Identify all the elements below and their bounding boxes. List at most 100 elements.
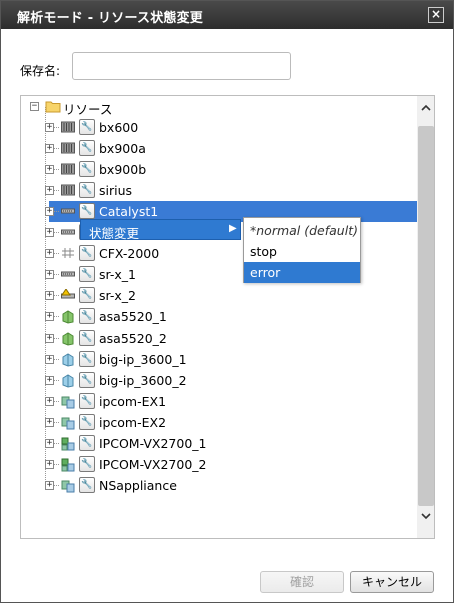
wrench-icon[interactable]: 🔧 <box>79 435 95 451</box>
wrench-icon[interactable]: 🔧 <box>79 330 95 346</box>
tree-node[interactable]: + 🔧 sr-x_2 <box>21 285 417 306</box>
tree-node-label: ipcom-EX1 <box>99 394 167 409</box>
resource-tree: − リソース + 🔧 bx600 + 🔧 bx900a + 🔧 bx900b + 🔧 sirius + 🔧… <box>20 95 435 539</box>
chassis-icon <box>61 184 75 198</box>
wrench-icon[interactable]: 🔧 <box>79 203 95 219</box>
wrench-icon[interactable]: 🔧 <box>79 308 95 324</box>
tree-node[interactable]: + 🔧 NSappliance <box>21 475 417 496</box>
tree-node[interactable]: + 🔧 bx900b <box>21 159 417 180</box>
submenu-item-normal[interactable]: *normal (default) <box>244 220 360 241</box>
submenu-item-stop[interactable]: stop <box>244 241 360 262</box>
tree-node-label: big-ip_3600_1 <box>99 352 187 367</box>
expand-icon[interactable]: + <box>45 291 54 300</box>
wrench-icon[interactable]: 🔧 <box>79 245 95 261</box>
tree-node-label: asa5520_1 <box>99 309 167 324</box>
tree-node-label: sr-x_1 <box>99 267 136 282</box>
cancel-button[interactable]: キャンセル <box>350 571 434 593</box>
loadbalancer-icon <box>61 353 75 367</box>
wrench-icon[interactable]: 🔧 <box>79 161 95 177</box>
expand-icon[interactable]: + <box>45 376 54 385</box>
expand-icon[interactable]: + <box>45 165 54 174</box>
tree-node-label: IPCOM-VX2700_2 <box>99 457 207 472</box>
wrench-icon[interactable]: 🔧 <box>79 372 95 388</box>
confirm-button[interactable]: 確認 <box>260 571 344 593</box>
expand-icon[interactable]: + <box>45 249 54 258</box>
wrench-icon[interactable]: 🔧 <box>79 182 95 198</box>
tree-node-label: CFX-2000 <box>99 246 160 261</box>
expand-icon[interactable]: + <box>45 355 54 364</box>
ipcom-icon <box>61 416 75 430</box>
wrench-icon[interactable]: 🔧 <box>79 287 95 303</box>
expand-icon[interactable]: + <box>45 270 54 279</box>
firewall-icon <box>61 310 75 324</box>
wrench-icon[interactable]: 🔧 <box>79 119 95 135</box>
chassis-icon <box>61 142 75 156</box>
expand-icon[interactable]: + <box>45 460 54 469</box>
tree-node-label: bx900a <box>99 141 146 156</box>
tree-node[interactable]: + 🔧 asa5520_2 <box>21 328 417 349</box>
expand-icon[interactable]: + <box>45 334 54 343</box>
expand-icon[interactable]: + <box>45 439 54 448</box>
submenu-item-error[interactable]: error <box>244 262 360 283</box>
firewall-icon <box>61 332 75 346</box>
tree-node-label: ipcom-EX2 <box>99 415 167 430</box>
tree-node[interactable]: + 🔧 sirius <box>21 180 417 201</box>
fabric-icon <box>61 247 75 261</box>
title-bar: 解析モード - リソース状態変更 × <box>1 1 453 29</box>
switch-icon <box>61 205 75 219</box>
tree-node[interactable]: + 🔧 ipcom-EX1 <box>21 391 417 412</box>
scroll-down-icon[interactable] <box>417 510 434 526</box>
tree-node[interactable]: + 🔧 IPCOM-VX2700_2 <box>21 454 417 475</box>
wrench-icon[interactable]: 🔧 <box>79 456 95 472</box>
tree-scrollbar[interactable] <box>417 96 434 538</box>
tree-node-label: sirius <box>99 183 133 198</box>
expand-icon[interactable]: + <box>45 207 54 216</box>
wrench-icon[interactable]: 🔧 <box>79 266 95 282</box>
tree-root[interactable]: − リソース <box>21 96 417 117</box>
tree-node-label: sr-x_2 <box>99 288 136 303</box>
ipcom-icon <box>61 395 75 409</box>
tree-node[interactable]: + 🔧 IPCOM-VX2700_1 <box>21 433 417 454</box>
tree-node[interactable]: + 🔧 ipcom-EX2 <box>21 412 417 433</box>
tree-node-label: big-ip_3600_2 <box>99 373 187 388</box>
tree-node[interactable]: + 🔧 asa5520_1 <box>21 306 417 327</box>
switch-warning-icon <box>61 288 75 303</box>
expand-icon[interactable]: + <box>45 144 54 153</box>
expand-icon[interactable]: + <box>45 312 54 321</box>
switch-icon <box>61 268 75 282</box>
scroll-thumb[interactable] <box>418 126 434 506</box>
save-name-input[interactable] <box>72 52 291 80</box>
context-menu-label: 状態変更 <box>89 226 140 241</box>
tree-node-label: bx600 <box>99 120 139 135</box>
state-submenu: *normal (default) stop error <box>243 217 361 283</box>
tree-node-label: bx900b <box>99 162 147 177</box>
dialog-title: 解析モード - リソース状態変更 <box>17 11 203 26</box>
close-button[interactable]: × <box>428 7 444 23</box>
wrench-icon[interactable]: 🔧 <box>79 140 95 156</box>
expand-icon[interactable]: + <box>45 228 54 237</box>
ipcom-icon <box>61 479 75 493</box>
save-name-label: 保存名: <box>20 64 61 78</box>
expand-icon[interactable]: + <box>45 186 54 195</box>
tree-node-label: NSappliance <box>99 478 177 493</box>
wrench-icon[interactable]: 🔧 <box>79 414 95 430</box>
context-menu-state-change[interactable]: 状態変更 ▶ <box>80 219 241 241</box>
wrench-icon[interactable]: 🔧 <box>79 477 95 493</box>
tree-node[interactable]: + 🔧 bx900a <box>21 138 417 159</box>
wrench-icon[interactable]: 🔧 <box>79 351 95 367</box>
tree-node[interactable]: + 🔧 big-ip_3600_1 <box>21 349 417 370</box>
collapse-icon[interactable]: − <box>30 102 39 111</box>
loadbalancer-icon <box>61 374 75 388</box>
tree-node-label: Catalyst1 <box>99 204 159 219</box>
expand-icon[interactable]: + <box>45 481 54 490</box>
expand-icon[interactable]: + <box>45 397 54 406</box>
submenu-arrow-icon: ▶ <box>229 223 237 234</box>
scroll-up-icon[interactable] <box>417 102 434 118</box>
expand-icon[interactable]: + <box>45 123 54 132</box>
tree-node[interactable]: + 🔧 big-ip_3600_2 <box>21 370 417 391</box>
chassis-icon <box>61 121 75 135</box>
tree-node[interactable]: + 🔧 bx600 <box>21 117 417 138</box>
folder-icon <box>45 99 61 113</box>
expand-icon[interactable]: + <box>45 418 54 427</box>
wrench-icon[interactable]: 🔧 <box>79 393 95 409</box>
